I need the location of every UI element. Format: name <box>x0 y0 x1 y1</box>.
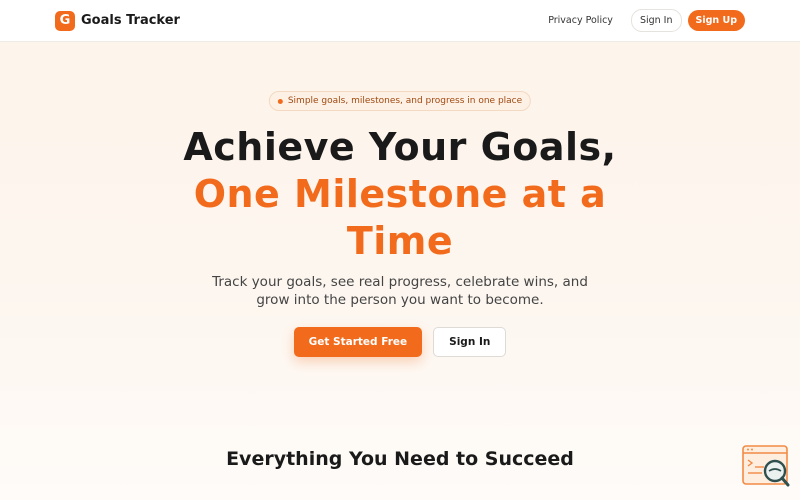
top-nav: Privacy Policy Sign In Sign Up <box>536 9 745 32</box>
privacy-policy-link[interactable]: Privacy Policy <box>536 10 625 31</box>
brand-name: Goals Tracker <box>81 13 180 28</box>
badge-dot-icon <box>277 98 283 104</box>
hero-title: Achieve Your Goals, One Milestone at a Ti… <box>0 124 800 265</box>
site-header: G Goals Tracker Privacy Policy Sign In S… <box>0 0 800 42</box>
brand[interactable]: G Goals Tracker <box>55 10 180 31</box>
hero-cta-group: Get Started Free Sign In <box>0 327 800 357</box>
features-section-title: Everything You Need to Succeed <box>226 448 574 470</box>
logo-icon: G <box>55 10 75 31</box>
hero-sign-in-button[interactable]: Sign In <box>433 327 507 357</box>
hero-badge: Simple goals, milestones, and progress i… <box>268 91 532 111</box>
header-sign-up-button[interactable]: Sign Up <box>687 10 745 31</box>
header-sign-in-button[interactable]: Sign In <box>630 9 682 32</box>
hero-subtitle: Track your goals, see real progress, cel… <box>212 274 588 308</box>
hero-badge-text: Simple goals, milestones, and progress i… <box>287 96 523 106</box>
get-started-button[interactable]: Get Started Free <box>293 327 423 357</box>
search-document-icon-graphic <box>742 445 790 487</box>
hero-title-accent: One Milestone at a Time <box>193 172 607 263</box>
hero-title-line1: Achieve Your Goals, <box>183 125 617 169</box>
search-document-icon[interactable] <box>742 445 790 487</box>
